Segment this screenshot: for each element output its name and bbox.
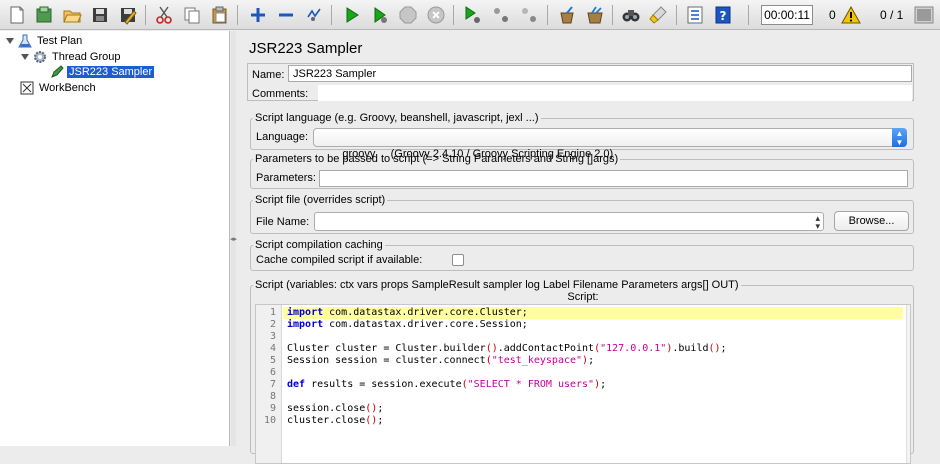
sampler-pencil-icon (51, 65, 64, 78)
code-line[interactable]: Cluster cluster = Cluster.builder().addC… (283, 343, 903, 355)
name-input[interactable] (288, 65, 912, 82)
paste-icon[interactable] (209, 4, 231, 26)
code-line[interactable]: import com.datastax.driver.core.Session; (283, 319, 903, 331)
test-plan-icon (18, 34, 32, 48)
gear-icon (34, 51, 46, 63)
browse-button[interactable]: Browse... (834, 211, 909, 231)
new-icon[interactable] (6, 4, 28, 26)
line-number: 8 (269, 391, 276, 402)
clear-all-icon[interactable] (584, 4, 606, 26)
tree-node-test-plan[interactable]: Test Plan (5, 33, 84, 49)
script-file-legend: Script file (overrides script) (255, 194, 386, 206)
templates-icon[interactable] (33, 4, 55, 26)
script-legend: Script (variables: ctx vars props Sample… (255, 279, 739, 291)
code-line[interactable]: cluster.close(); (283, 415, 903, 427)
workbench-icon (20, 81, 34, 95)
script-caption: Script: (567, 291, 599, 303)
remote-start-icon[interactable] (462, 4, 484, 26)
code-line[interactable]: def results = session.execute("SELECT * … (283, 379, 903, 391)
line-number: 2 (269, 319, 276, 330)
tree-label: WorkBench (39, 82, 96, 94)
line-number: 9 (269, 403, 276, 414)
remote-shutdown-icon[interactable] (518, 4, 540, 26)
line-number: 5 (269, 355, 276, 366)
compilation-caching-legend: Script compilation caching (255, 239, 383, 251)
line-number: 10 (263, 415, 276, 426)
language-label: Language: (256, 131, 308, 143)
file-name-label: File Name: (256, 216, 310, 228)
chevron-up-down-icon[interactable]: ▲ ▼ (892, 128, 907, 147)
code-line[interactable]: session.close(); (283, 403, 903, 415)
language-select[interactable]: groovy (Groovy 2.4.10 / Groovy Scripting… (313, 128, 907, 160)
tree-node-workbench[interactable]: WorkBench (20, 80, 98, 96)
function-helper-icon[interactable] (684, 4, 706, 26)
expand-arrow-icon[interactable] (20, 52, 30, 62)
line-number-gutter: 1 2 3 4 5 6 7 8 9 10 (256, 305, 282, 463)
name-label: Name: (252, 69, 285, 81)
start-no-pause-icon[interactable] (369, 4, 391, 26)
tree-label: Thread Group (52, 51, 121, 63)
collapse-icon[interactable] (275, 4, 297, 26)
save-icon[interactable] (89, 4, 111, 26)
parameters-legend: Parameters to be passed to script (=> St… (255, 153, 619, 165)
parameters-group: Parameters to be passed to script (=> St… (250, 153, 914, 189)
start-icon[interactable] (341, 4, 363, 26)
comments-label: Comments: (252, 88, 309, 100)
shutdown-icon[interactable] (425, 4, 447, 26)
code-line[interactable] (283, 367, 903, 379)
tree-label: Test Plan (37, 35, 83, 47)
parameters-label: Parameters: (256, 172, 316, 184)
code-line[interactable]: Session session = cluster.connect("test_… (283, 355, 903, 367)
line-number: 1 (269, 307, 276, 318)
code-line[interactable]: import com.datastax.driver.core.Cluster; (283, 307, 903, 319)
code-line[interactable] (283, 331, 903, 343)
editor-scrollbar[interactable] (906, 305, 910, 463)
search-icon[interactable] (620, 4, 642, 26)
script-editor[interactable]: 1 2 3 4 5 6 7 8 9 10 import com.datastax… (255, 304, 911, 464)
clear-icon[interactable] (556, 4, 578, 26)
name-comments-box: Name: Comments: (247, 63, 914, 101)
copy-icon[interactable] (181, 4, 203, 26)
stop-icon[interactable] (397, 4, 419, 26)
file-name-combo[interactable]: ▴ ▾ (314, 212, 824, 231)
error-count: 0 (829, 8, 836, 22)
expand-icon[interactable] (247, 4, 269, 26)
threads-status-icon (914, 6, 934, 24)
tree-node-jsr223-sampler[interactable]: JSR223 Sampler (50, 64, 155, 80)
elapsed-timer: 00:00:11 (761, 5, 813, 25)
line-number: 4 (269, 343, 276, 354)
parameters-input[interactable] (319, 170, 908, 187)
expand-arrow-icon[interactable] (5, 36, 15, 46)
script-language-group: Script language (e.g. Groovy, beanshell,… (250, 112, 914, 160)
code-line[interactable] (283, 391, 903, 403)
toolbar: ? 00:00:11 0 0 / 1 (0, 0, 940, 30)
compilation-caching-group: Script compilation caching Cache compile… (250, 239, 914, 271)
sampler-panel: JSR223 Sampler Name: Comments: Script la… (236, 31, 940, 464)
help-icon[interactable]: ? (712, 4, 734, 26)
open-icon[interactable] (61, 4, 83, 26)
script-file-group: Script file (overrides script) File Name… (250, 194, 914, 234)
line-number: 6 (269, 367, 276, 378)
script-group: Script (variables: ctx vars props Sample… (250, 279, 914, 464)
test-plan-tree[interactable]: Test Plan Thread Group JSR223 Sampler Wo… (0, 31, 230, 446)
line-number: 7 (269, 379, 276, 390)
script-language-legend: Script language (e.g. Groovy, beanshell,… (255, 112, 539, 124)
tree-label: JSR223 Sampler (67, 66, 155, 78)
cache-compiled-checkbox[interactable] (452, 254, 464, 266)
warning-icon[interactable] (841, 5, 861, 25)
line-number: 3 (269, 331, 276, 342)
cut-icon[interactable] (153, 4, 175, 26)
comments-input[interactable] (318, 85, 912, 101)
chevron-up-down-icon[interactable]: ▴ ▾ (815, 214, 820, 231)
reset-search-icon[interactable] (648, 4, 670, 26)
save-as-icon[interactable] (117, 4, 139, 26)
remote-stop-icon[interactable] (490, 4, 512, 26)
toggle-icon[interactable] (303, 4, 325, 26)
cache-compiled-label: Cache compiled script if available: (256, 254, 423, 266)
page-title: JSR223 Sampler (249, 40, 363, 57)
active-threads-count: 0 / 1 (880, 8, 904, 22)
tree-node-thread-group[interactable]: Thread Group (20, 49, 122, 65)
svg-text:?: ? (720, 9, 727, 23)
